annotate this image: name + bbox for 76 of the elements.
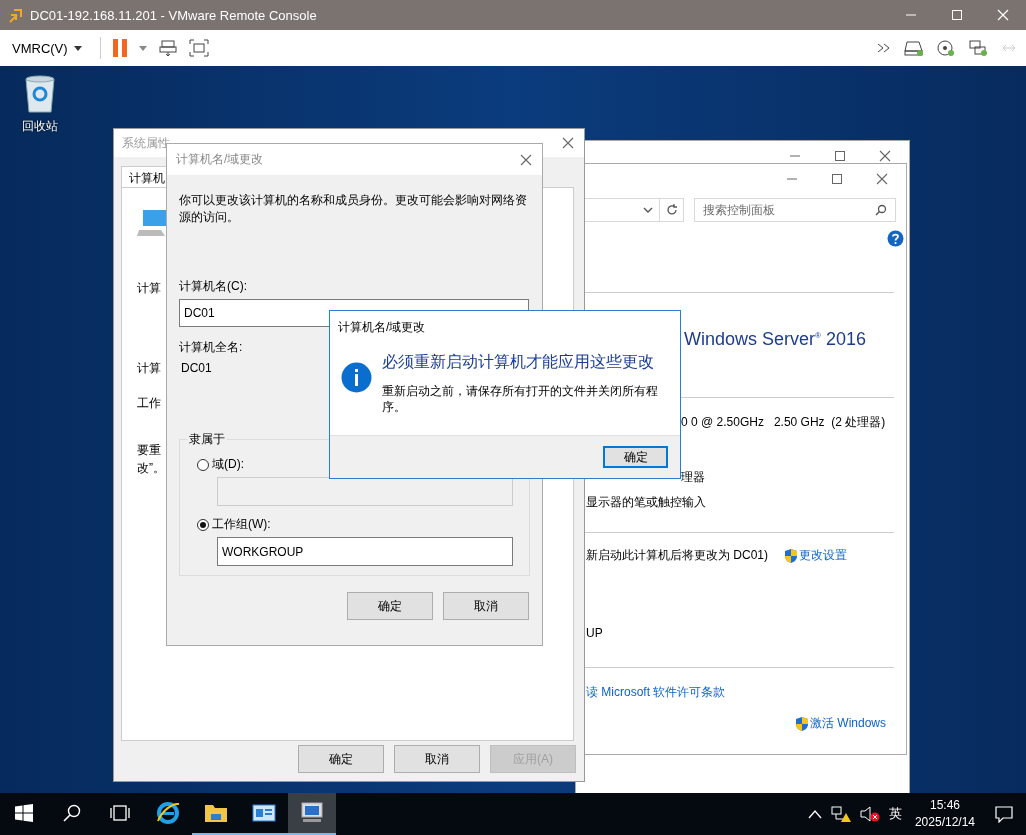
close-icon[interactable] [879,149,891,162]
drive-icon[interactable] [904,39,924,57]
dialog-title: 计算机名/域更改 [337,319,427,336]
fullscreen-icon[interactable] [188,39,209,57]
radio-label[interactable]: 域(D): [212,456,244,473]
chevron-up-icon[interactable] [807,809,822,819]
server-manager-icon[interactable] [252,802,276,824]
send-keys-icon[interactable] [158,39,177,57]
radio-label[interactable]: 工作组(W): [212,516,271,533]
start-icon[interactable] [15,804,33,822]
info-text: UP [586,626,603,640]
ime-indicator[interactable]: 英 [888,805,902,823]
info-text: 显示器的笔或触控输入 [586,494,706,511]
shield-icon [784,547,798,564]
settings-link[interactable]: 激活 Windows [810,715,886,732]
volume-muted-icon[interactable] [859,805,880,823]
computer-icon [137,208,167,238]
workgroup-field[interactable]: WORKGROUP [217,537,513,566]
dialog-button[interactable]: 确定 [298,745,384,773]
close-icon[interactable] [520,153,532,166]
close-icon[interactable] [876,172,888,185]
maximize-icon[interactable] [834,149,846,162]
monitor-icon[interactable] [299,801,325,825]
full-name-text: DC01 [180,361,212,375]
field-label: 计算机全名: [179,339,244,356]
search-field[interactable]: 搜索控制面板 [694,198,896,222]
edition-title: Windows Server$^{®}$ 2016 [684,329,866,350]
radio-button[interactable] [197,458,209,471]
refresh-icon[interactable] [665,204,678,216]
label-text: 改”。 [137,460,165,477]
network-warning-icon[interactable] [830,805,851,823]
search-icon[interactable] [63,804,81,822]
task-view-icon[interactable] [109,805,131,821]
browser-icon[interactable] [156,801,180,825]
close-icon[interactable] [562,137,574,149]
group-label: 隶属于 [188,431,226,448]
label-text: 计算 [137,360,161,377]
refresh-button[interactable] [660,198,684,222]
more-icon[interactable] [876,42,892,54]
info-text: 新启动此计算机后将更改为 DC01) [586,547,768,564]
radio-button[interactable] [197,518,209,531]
info-text: 0 0 @ 2.50GHz 2.50 GHz (2 处理器) [681,414,886,431]
window-title: DC01-192.168.11.201 - VMware Remote Console [30,7,318,23]
info-icon [341,362,372,393]
taskbar-button[interactable] [288,793,336,835]
domain-field[interactable] [217,477,513,506]
caret-icon[interactable] [73,45,82,51]
settings-link[interactable]: 更改设置 [799,547,847,564]
clock[interactable]: 15:46 2025/12/14 [914,797,975,831]
message-heading: 必须重新启动计算机才能应用这些更改 [382,352,655,372]
app-logo-icon [8,7,24,23]
dialog-button[interactable]: 取消 [394,745,480,773]
ok-button[interactable]: 确定 [603,446,668,468]
dialog-button[interactable]: 取消 [443,592,529,620]
help-icon[interactable] [887,230,904,247]
network-icon[interactable] [968,39,988,57]
message-text: 重新启动之前，请保存所有打开的文件并关闭所有程序。 [382,383,659,415]
dropdown-icon[interactable] [643,207,653,213]
disc-icon[interactable] [936,39,956,57]
notifications-icon[interactable] [994,805,1014,823]
label-text: 工作 [137,395,161,412]
shield-icon [795,715,809,732]
search-icon[interactable] [875,204,887,216]
dialog-button[interactable]: 确定 [347,592,433,620]
folder-icon[interactable] [204,802,228,824]
field-label: 计算机名(C): [179,278,248,295]
desktop-icon-label[interactable]: 回收站 [22,118,58,135]
vmrc-menu[interactable]: VMRC(V) [6,36,88,60]
license-link[interactable]: 读 Microsoft 软件许可条款 [586,684,726,701]
dialog-title: 计算机名/域更改 [176,151,264,168]
maximize-icon[interactable] [831,172,843,185]
pause-icon[interactable] [112,39,127,57]
info-text: 理器 [681,469,705,486]
description-text: 你可以更改该计算机的名称和成员身份。更改可能会影响对网络资源的访问。 [179,192,528,226]
label-text: 要重 [137,442,161,459]
label-text: 计算 [137,280,161,297]
